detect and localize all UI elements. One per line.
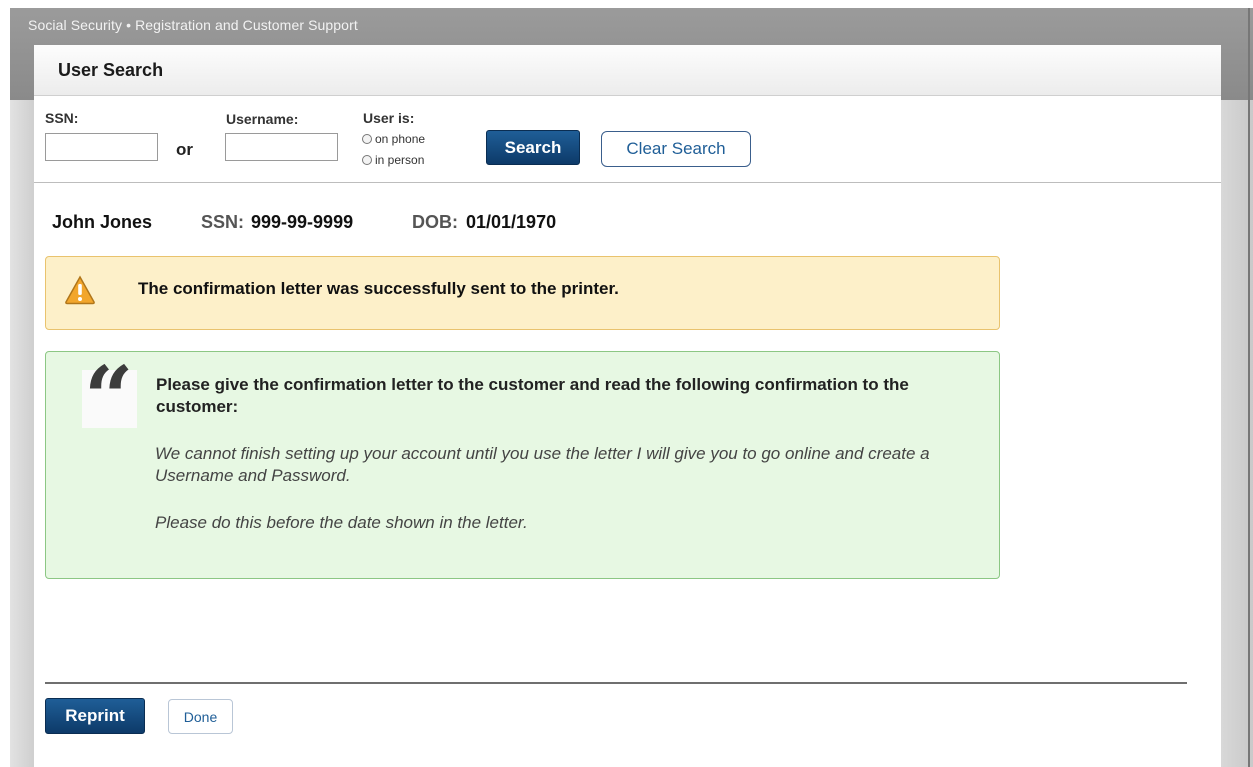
page-title: User Search xyxy=(58,60,164,80)
radio-label-in-person: in person xyxy=(375,153,425,167)
person-name: John Jones xyxy=(52,212,153,232)
quote-icon: “ xyxy=(84,348,134,449)
app-window: Social Security • Registration and Custo… xyxy=(0,0,1253,767)
instructions-alert: “ Please give the confirmation letter to… xyxy=(45,351,1000,579)
warning-message: The confirmation letter was successfully… xyxy=(138,279,619,298)
warning-alert: The confirmation letter was successfully… xyxy=(45,256,1000,330)
done-button[interactable]: Done xyxy=(168,699,233,734)
dob-info-label: DOB: xyxy=(412,212,458,232)
radio-circle-icon[interactable] xyxy=(362,155,372,165)
left-side-rail xyxy=(10,100,34,767)
dob-info-value: 01/01/1970 xyxy=(466,212,557,232)
instructions-heading: Please give the confirmation letter to t… xyxy=(156,375,909,416)
radio-label-on-phone: on phone xyxy=(375,132,426,146)
quote-icon-box: “ xyxy=(82,356,137,442)
footer-divider xyxy=(45,682,1187,684)
warning-triangle-icon xyxy=(65,275,95,305)
app-title: Social Security • Registration and Custo… xyxy=(28,17,358,33)
username-label: Username: xyxy=(226,111,299,127)
script-paragraph: We cannot finish setting up your account… xyxy=(155,444,930,485)
panel-header: User Search xyxy=(34,45,1221,96)
search-button[interactable]: Search xyxy=(486,130,580,165)
radio-in-person[interactable]: in person xyxy=(362,153,424,167)
search-form: SSN: or Username: User is: on phone in p… xyxy=(34,96,1221,183)
script-paragraph: Please do this before the date shown in … xyxy=(155,513,528,532)
ssn-input[interactable] xyxy=(45,133,158,161)
ssn-info-value: 999-99-9999 xyxy=(251,212,354,232)
radio-circle-icon[interactable] xyxy=(362,134,372,144)
username-input[interactable] xyxy=(225,133,338,161)
reprint-button[interactable]: Reprint xyxy=(45,698,145,734)
ssn-info-label: SSN: xyxy=(201,212,245,232)
right-border-line xyxy=(1248,8,1250,767)
clear-search-button[interactable]: Clear Search xyxy=(601,131,751,167)
or-separator: or xyxy=(176,140,193,159)
ssn-label: SSN: xyxy=(45,110,79,126)
user-is-label: User is: xyxy=(363,110,415,126)
radio-on-phone[interactable]: on phone xyxy=(362,132,425,146)
